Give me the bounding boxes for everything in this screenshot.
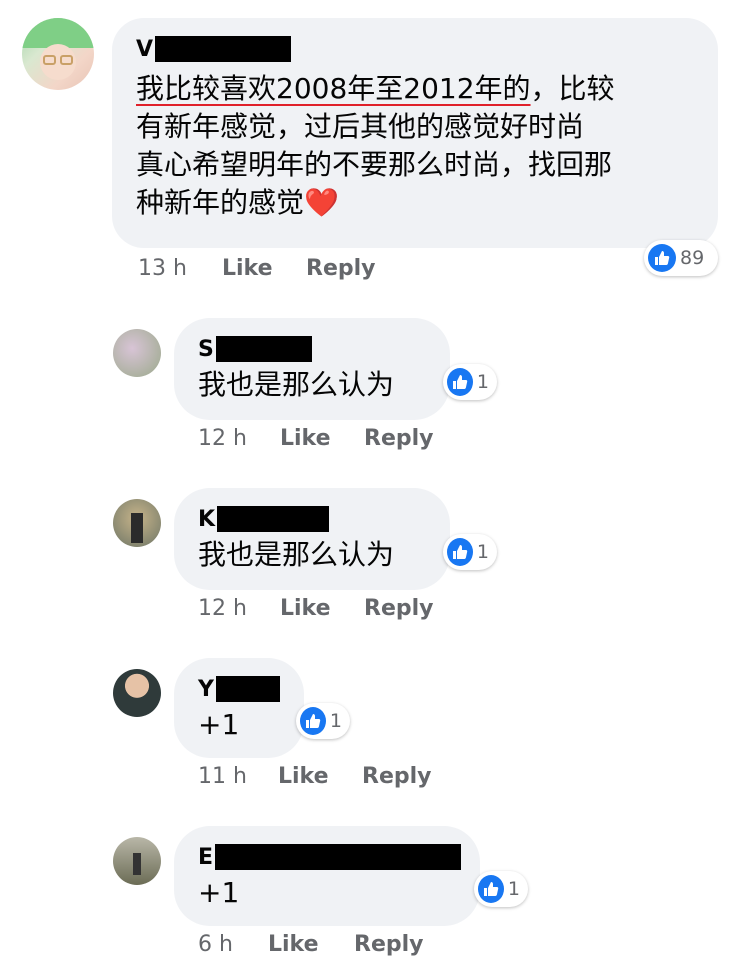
author-name[interactable]: Y xyxy=(198,676,280,702)
reply-button[interactable]: Reply xyxy=(364,596,434,621)
comment-bubble: Y +1 xyxy=(174,658,304,758)
timestamp: 13 h xyxy=(138,256,187,281)
underlined-text: 我比较喜欢2008年至2012年的 xyxy=(136,72,531,105)
like-thumb-icon xyxy=(447,368,473,396)
heart-emoji-icon: ❤️ xyxy=(304,186,339,219)
avatar[interactable] xyxy=(113,837,161,885)
reply-button[interactable]: Reply xyxy=(362,764,432,789)
comment-text: 我也是那么认为 xyxy=(198,538,395,571)
reaction-count: 1 xyxy=(476,541,489,563)
timestamp: 11 h xyxy=(198,764,247,789)
like-button[interactable]: Like xyxy=(268,932,319,957)
reaction-summary[interactable]: 1 xyxy=(443,534,497,570)
timestamp: 12 h xyxy=(198,596,247,621)
redacted-name xyxy=(217,506,330,532)
avatar-image xyxy=(22,18,94,80)
like-thumb-icon xyxy=(300,707,326,735)
comment-meta: 12 h Like Reply xyxy=(198,596,458,624)
comment-bubble: K 我也是那么认为 xyxy=(174,488,450,590)
reaction-count: 1 xyxy=(507,878,520,900)
comment-text: 我也是那么认为 xyxy=(198,368,395,401)
timestamp: 12 h xyxy=(198,426,247,451)
reaction-count: 1 xyxy=(476,371,489,393)
reaction-summary[interactable]: 1 xyxy=(443,364,497,400)
reaction-summary[interactable]: 89 xyxy=(644,240,718,276)
comment-text: +1 xyxy=(198,876,240,909)
comment-meta: 13 h Like Reply xyxy=(138,256,438,284)
reaction-count: 1 xyxy=(329,710,342,732)
reply-button[interactable]: Reply xyxy=(306,256,376,281)
redacted-name xyxy=(215,844,462,870)
avatar[interactable] xyxy=(22,18,94,90)
author-name[interactable]: V xyxy=(136,36,292,62)
comment-meta: 6 h Like Reply xyxy=(198,932,458,960)
comment-1: V 我比较喜欢2008年至2012年的，比较 有新年感觉，过后其他的感觉好时尚 … xyxy=(0,0,747,300)
avatar[interactable] xyxy=(113,499,161,547)
comment-meta: 11 h Like Reply xyxy=(198,764,458,792)
like-button[interactable]: Like xyxy=(280,426,331,451)
like-button[interactable]: Like xyxy=(278,764,329,789)
comment-meta: 12 h Like Reply xyxy=(198,426,458,454)
like-button[interactable]: Like xyxy=(280,596,331,621)
like-button[interactable]: Like xyxy=(222,256,273,281)
author-name[interactable]: E xyxy=(198,844,462,870)
comment-text: 我比较喜欢2008年至2012年的，比较 有新年感觉，过后其他的感觉好时尚 真心… xyxy=(136,72,615,219)
author-name[interactable]: S xyxy=(198,336,312,362)
comment-bubble: S 我也是那么认为 xyxy=(174,318,450,420)
reaction-summary[interactable]: 1 xyxy=(474,871,528,907)
reaction-summary[interactable]: 1 xyxy=(296,703,350,739)
comment-text: +1 xyxy=(198,708,240,741)
author-name[interactable]: K xyxy=(198,506,330,532)
reply-button[interactable]: Reply xyxy=(354,932,424,957)
redacted-name xyxy=(215,676,280,702)
comment-bubble: E +1 xyxy=(174,826,480,926)
redacted-name xyxy=(155,36,292,62)
like-thumb-icon xyxy=(447,538,473,566)
comment-bubble: V 我比较喜欢2008年至2012年的，比较 有新年感觉，过后其他的感觉好时尚 … xyxy=(112,18,718,248)
reply-button[interactable]: Reply xyxy=(364,426,434,451)
avatar[interactable] xyxy=(113,329,161,377)
avatar[interactable] xyxy=(113,669,161,717)
redacted-name xyxy=(215,336,312,362)
like-thumb-icon xyxy=(648,244,676,272)
reaction-count: 89 xyxy=(680,247,705,269)
like-thumb-icon xyxy=(478,875,504,903)
timestamp: 6 h xyxy=(198,932,233,957)
